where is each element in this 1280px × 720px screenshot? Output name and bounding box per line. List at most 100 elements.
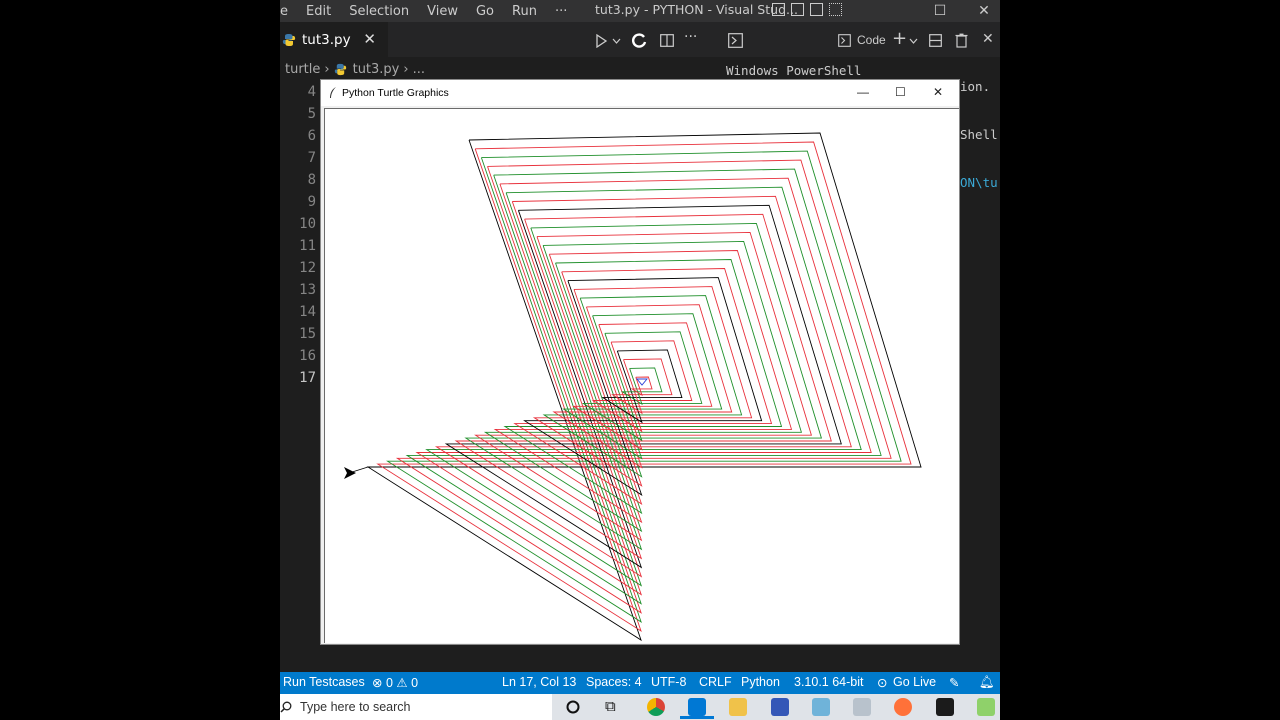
terminal-profile-label[interactable]: Code (857, 33, 886, 47)
menu-run[interactable]: Run (503, 4, 546, 19)
pentagram-stroke (425, 186, 862, 587)
go-live-button[interactable]: Go Live (893, 675, 936, 689)
run-dropdown-icon[interactable] (612, 38, 621, 44)
tab-close-icon[interactable]: ✕ (363, 30, 376, 48)
terminal-dropdown-icon[interactable] (909, 38, 918, 44)
cortana-icon[interactable] (566, 700, 580, 714)
status-bar: Run Testcases ⊗ 0 ⚠ 0 Ln 17, Col 13 Spac… (280, 672, 1000, 694)
run-python-icon[interactable] (594, 34, 608, 48)
maximize-icon[interactable]: ☐ (895, 85, 906, 99)
sticky-notes-icon[interactable] (936, 698, 954, 716)
line-number-current: 17 (299, 370, 316, 386)
pentagram-stroke (532, 286, 753, 487)
line-number: 6 (307, 128, 316, 144)
pentagram-stroke (611, 358, 673, 415)
split-editor-icon[interactable] (660, 34, 674, 47)
pentagram-stroke (376, 141, 912, 632)
new-terminal-icon[interactable]: + (892, 28, 907, 49)
breadcrumb-more[interactable]: ... (413, 62, 425, 77)
app-icon[interactable] (812, 698, 830, 716)
tab-label: tut3.py (302, 31, 351, 48)
paint-icon[interactable] (853, 698, 871, 716)
chrome-icon[interactable] (647, 698, 665, 716)
pentagram-drawing (344, 132, 922, 642)
line-number: 15 (299, 326, 316, 342)
pentagram-stroke (483, 240, 803, 533)
notifications-bell-icon[interactable]: 🔔︎ (979, 675, 995, 690)
line-ending[interactable]: CRLF (699, 675, 732, 689)
cursor-position[interactable]: Ln 17, Col 13 (502, 675, 576, 689)
trash-icon[interactable] (955, 33, 968, 48)
maximize-icon[interactable]: ☐ (920, 0, 960, 22)
turtle-graphics-window[interactable]: Python Turtle Graphics — ☐ ✕ (320, 79, 960, 645)
close-icon[interactable]: ✕ (933, 85, 943, 99)
encoding[interactable]: UTF-8 (651, 675, 686, 689)
toggle-panel-icon[interactable] (791, 3, 804, 16)
tab-tut3[interactable]: tut3.py ✕ (280, 22, 388, 57)
pentagram-stroke (395, 159, 892, 614)
feedback-icon[interactable]: ✎ (949, 675, 959, 690)
breadcrumb: turtle › tut3.py › ... (280, 57, 720, 81)
python-interpreter[interactable]: 3.10.1 64-bit (794, 675, 864, 689)
close-window-icon[interactable]: ✕ (964, 0, 1000, 22)
customize-layout-icon[interactable] (829, 3, 842, 16)
turtle-window-titlebar[interactable]: Python Turtle Graphics — ☐ ✕ (321, 80, 959, 106)
menu-file[interactable]: e (280, 4, 297, 19)
editor-more-actions[interactable]: ··· (684, 29, 697, 45)
line-number: 14 (299, 304, 316, 320)
warning-icon: ⚠ (396, 676, 408, 690)
terminal-profile-icon (838, 34, 851, 47)
menu-more[interactable]: ··· (546, 4, 576, 19)
menu-go[interactable]: Go (467, 4, 503, 19)
run-testcases-button[interactable]: Run Testcases (283, 675, 365, 689)
layout-controls (772, 3, 842, 16)
vscode-window: e Edit Selection View Go Run ··· tut3.py… (280, 0, 1000, 720)
windows-taskbar: Type here to search ⧉ (280, 694, 1000, 720)
refresh-icon[interactable] (631, 32, 647, 50)
line-number: 12 (299, 260, 316, 276)
window-title: tut3.py - PYTHON - Visual Stud... (595, 2, 798, 17)
terminal-line: ion. (960, 79, 991, 94)
task-view-icon[interactable]: ⧉ (605, 697, 616, 715)
pentagram-stroke (503, 259, 783, 515)
menu-selection[interactable]: Selection (340, 4, 418, 19)
app-icon-2[interactable] (977, 698, 995, 716)
terminal-heading: Windows PowerShell (726, 63, 862, 78)
close-panel-icon[interactable]: ✕ (982, 31, 994, 47)
python-file-icon (334, 63, 346, 75)
turtle-window-title: Python Turtle Graphics (342, 87, 449, 99)
search-icon (280, 701, 292, 713)
indentation[interactable]: Spaces: 4 (586, 675, 642, 689)
turtle-canvas (324, 108, 959, 643)
pentagram-stroke (552, 304, 733, 469)
toggle-secondary-sidebar-icon[interactable] (810, 3, 823, 16)
taskbar-search[interactable]: Type here to search (280, 694, 552, 720)
line-number: 11 (299, 238, 316, 254)
pentagram-stroke (434, 195, 852, 578)
problems-indicator[interactable]: ⊗ 0 ⚠ 0 (372, 675, 418, 690)
split-terminal-icon[interactable] (929, 34, 942, 47)
breadcrumb-file[interactable]: tut3.py (353, 62, 400, 77)
language-mode[interactable]: Python (741, 675, 780, 689)
terminal-icon[interactable] (728, 33, 743, 48)
active-app-indicator (680, 716, 714, 719)
menu-view[interactable]: View (418, 4, 467, 19)
terminal-line: Shell (960, 127, 998, 142)
line-number: 4 (307, 84, 316, 100)
file-explorer-icon[interactable] (729, 698, 747, 716)
error-count: 0 (385, 676, 393, 690)
chevron-right-icon: › (403, 61, 409, 77)
pentagram-stroke (444, 204, 842, 569)
line-number: 8 (307, 172, 316, 188)
line-number: 7 (307, 150, 316, 166)
vscode-icon[interactable] (688, 698, 706, 716)
line-number: 13 (299, 282, 316, 298)
menu-edit[interactable]: Edit (297, 4, 340, 19)
firefox-icon[interactable] (894, 698, 912, 716)
terminal-line: ON\tu (960, 175, 998, 190)
minimize-icon[interactable]: — (857, 85, 869, 99)
toggle-sidebar-icon[interactable] (772, 3, 785, 16)
broadcast-icon: ⊙ (877, 676, 888, 690)
breadcrumb-folder[interactable]: turtle (285, 62, 320, 77)
vpn-icon[interactable] (771, 698, 789, 716)
